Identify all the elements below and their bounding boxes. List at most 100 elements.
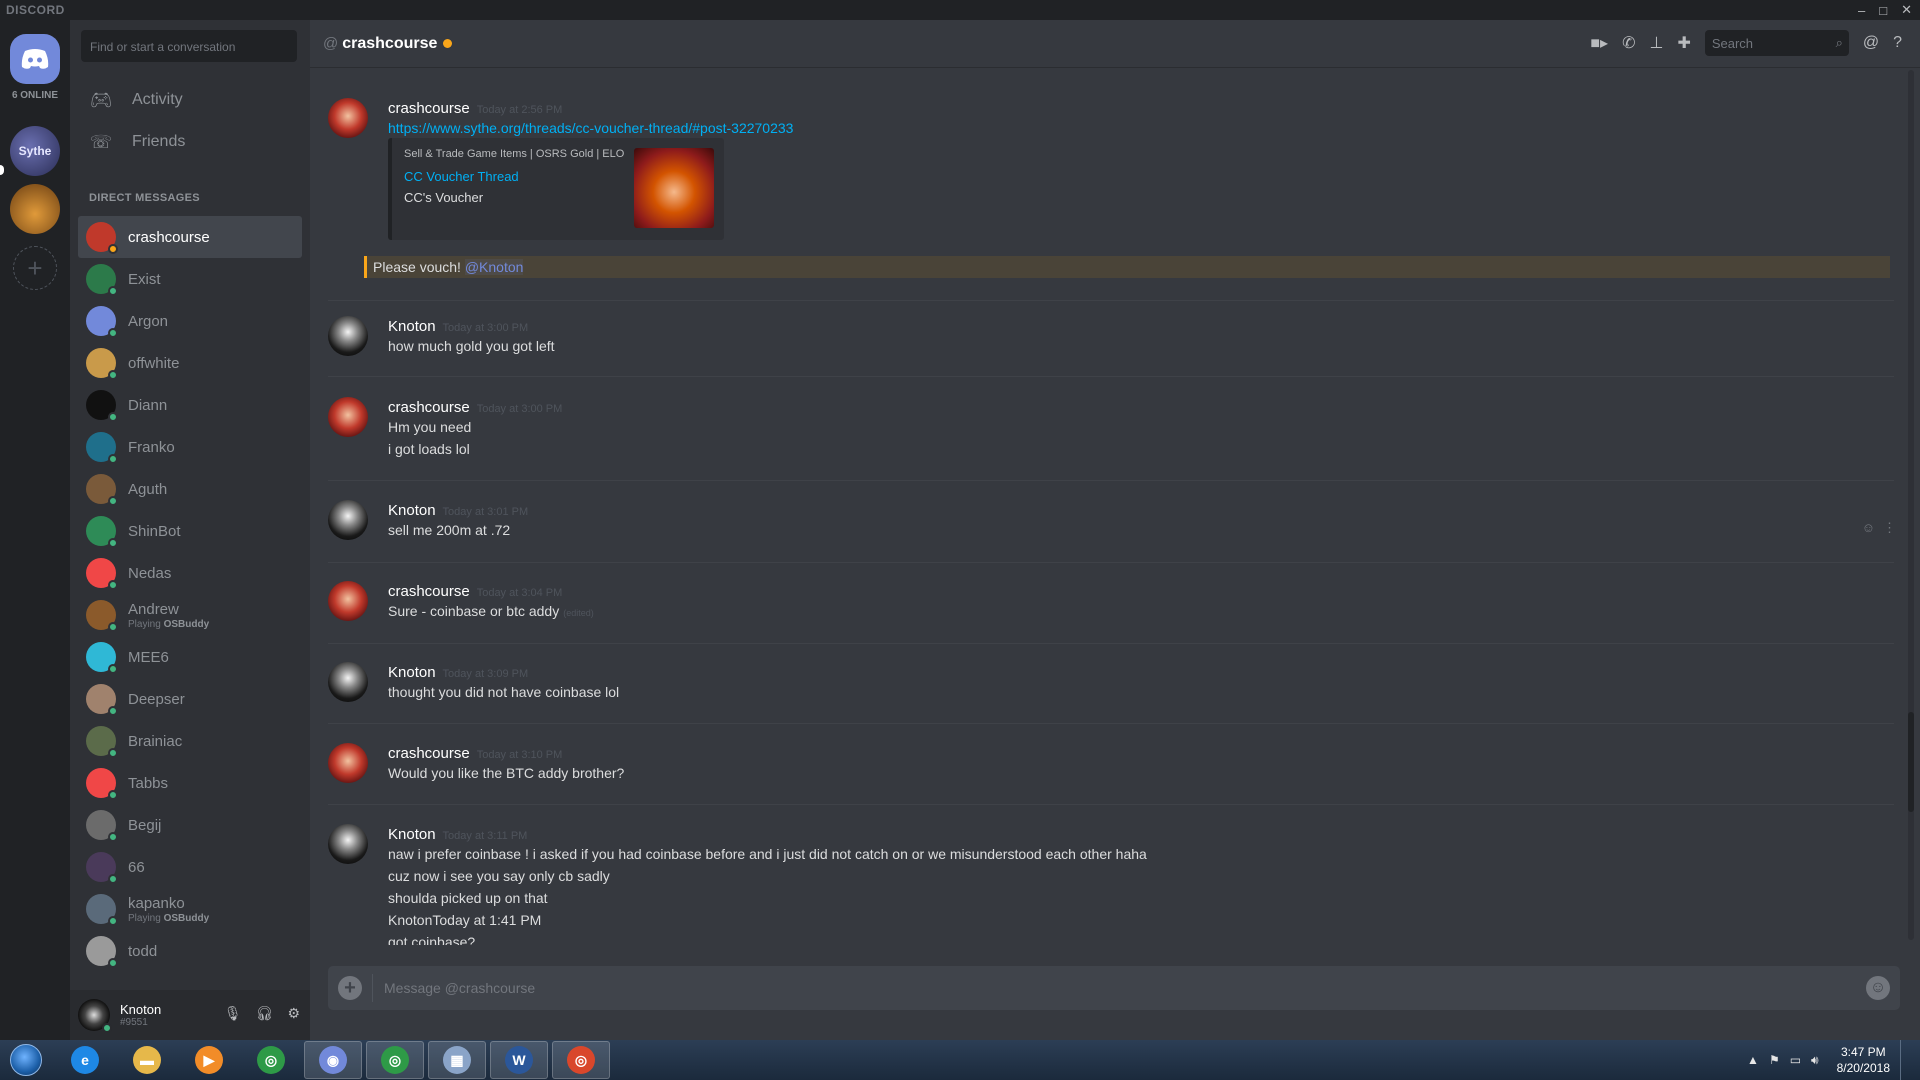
activity-prefix: Playing	[128, 618, 161, 630]
taskbar-app-firefox[interactable]: ◎	[552, 1041, 610, 1079]
taskbar-app-chrome-2[interactable]: ◎	[366, 1041, 424, 1079]
dm-name: Argon	[128, 312, 169, 330]
dm-item-franko[interactable]: Franko	[78, 426, 302, 468]
dm-item-deepser[interactable]: Deepser	[78, 678, 302, 720]
taskbar-app-chrome[interactable]: ◎	[242, 1041, 300, 1079]
dm-item-kapanko[interactable]: kapanko Playing OSBuddy	[78, 888, 302, 930]
message-input[interactable]: Message @crashcourse	[384, 980, 535, 996]
video-call-icon[interactable]: ■▸	[1590, 33, 1608, 53]
author-name[interactable]: Knoton	[388, 826, 436, 843]
dm-item-aguth[interactable]: Aguth	[78, 468, 302, 510]
volume-icon[interactable]: 🔊︎	[1811, 1053, 1819, 1068]
voice-call-icon[interactable]: ✆	[1622, 33, 1635, 53]
dm-item-nedas[interactable]: Nedas	[78, 552, 302, 594]
dm-name: todd	[128, 942, 158, 960]
taskbar-app-word[interactable]: W	[490, 1041, 548, 1079]
status-dot	[108, 538, 118, 548]
show-desktop-button[interactable]	[1900, 1040, 1912, 1080]
taskbar-app-calculator[interactable]: ▦	[428, 1041, 486, 1079]
clock[interactable]: 3:47 PM 8/20/2018	[1837, 1044, 1890, 1076]
message-link[interactable]: https://www.sythe.org/threads/cc-voucher…	[388, 120, 793, 136]
add-server-button[interactable]: +	[13, 246, 57, 290]
dm-item-argon[interactable]: Argon	[78, 300, 302, 342]
status-dot	[108, 832, 118, 842]
microphone-icon[interactable]: 🎙︎	[224, 1005, 242, 1022]
message-text: Hm you need	[388, 419, 472, 435]
taskbar-app-discord-app[interactable]: ◉	[304, 1041, 362, 1079]
close-icon[interactable]: ✕	[1901, 2, 1912, 18]
taskbar-app-media-player[interactable]: ▶	[180, 1041, 238, 1079]
settings-gear-icon[interactable]: ⚙	[287, 1005, 300, 1022]
nav-friends[interactable]: ☏ Friends	[78, 122, 302, 162]
more-options-icon[interactable]: ⋮	[1883, 520, 1896, 536]
home-button[interactable]	[10, 34, 60, 84]
minimize-icon[interactable]: –	[1858, 3, 1865, 18]
scrollbar-thumb[interactable]	[1908, 712, 1914, 812]
avatar[interactable]	[328, 743, 368, 783]
action-center-flag-icon[interactable]: ⚑	[1769, 1053, 1780, 1067]
avatar[interactable]	[328, 662, 368, 702]
message-text: Sure - coinbase or btc addy	[388, 603, 560, 619]
pin-icon[interactable]: ⊥	[1650, 33, 1664, 53]
dm-list: crashcourse Exist Argon offwhite Diann Franko…	[78, 216, 302, 972]
mentions-icon[interactable]: @	[1863, 34, 1879, 52]
dm-item-tabbs[interactable]: Tabbs	[78, 762, 302, 804]
status-dot	[108, 412, 118, 422]
server-house[interactable]	[10, 184, 60, 234]
author-name[interactable]: Knoton	[388, 502, 436, 519]
timestamp: Today at 2:56 PM	[476, 104, 563, 116]
dm-item-todd[interactable]: todd	[78, 930, 302, 972]
network-icon[interactable]: ▭	[1790, 1053, 1801, 1067]
author-name[interactable]: crashcourse	[388, 100, 470, 117]
nav-activity[interactable]: 🎮︎ Activity	[78, 80, 302, 120]
author-name[interactable]: Knoton	[388, 318, 436, 335]
direct-messages-header: DIRECT MESSAGES	[89, 192, 200, 204]
message-composer[interactable]: + Message @crashcourse ☺	[328, 966, 1900, 1010]
dm-item-crashcourse[interactable]: crashcourse	[78, 216, 302, 258]
user-mention[interactable]: @Knoton	[464, 259, 524, 275]
avatar[interactable]	[328, 824, 368, 864]
server-sythe[interactable]: Sythe	[10, 126, 60, 176]
dm-item-shinbot[interactable]: ShinBot	[78, 510, 302, 552]
help-icon[interactable]: ?	[1893, 34, 1902, 52]
headphones-icon[interactable]: 🎧︎	[256, 1005, 274, 1022]
avatar	[86, 642, 118, 674]
author-name[interactable]: crashcourse	[388, 399, 470, 416]
status-dot	[108, 496, 118, 506]
upload-plus-icon[interactable]: +	[338, 976, 362, 1000]
avatar[interactable]	[328, 397, 368, 437]
taskbar-app-ie[interactable]: e	[56, 1041, 114, 1079]
start-button[interactable]	[0, 1040, 52, 1080]
dm-item-diann[interactable]: Diann	[78, 384, 302, 426]
word-icon: W	[505, 1046, 533, 1074]
avatar[interactable]	[328, 316, 368, 356]
embed-title[interactable]: CC Voucher Thread	[404, 169, 519, 184]
author-name[interactable]: crashcourse	[388, 745, 470, 762]
tray-expand-icon[interactable]: ▲	[1747, 1053, 1759, 1067]
avatar[interactable]	[328, 581, 368, 621]
dm-item-brainiac[interactable]: Brainiac	[78, 720, 302, 762]
dm-name: ShinBot	[128, 522, 181, 540]
author-name[interactable]: crashcourse	[388, 583, 470, 600]
find-conversation-input[interactable]: Find or start a conversation	[81, 30, 297, 62]
search-input[interactable]: Search ⌕	[1704, 30, 1849, 56]
add-reaction-icon[interactable]: ☺	[1862, 520, 1875, 536]
dm-item-mee6[interactable]: MEE6	[78, 636, 302, 678]
maximize-icon[interactable]: □	[1879, 3, 1887, 18]
dm-item-begij[interactable]: Begij	[78, 804, 302, 846]
avatar[interactable]	[328, 500, 368, 540]
add-friend-icon[interactable]: ✚	[1677, 33, 1690, 53]
status-dot	[108, 580, 118, 590]
avatar[interactable]	[328, 98, 368, 138]
taskbar-app-folder[interactable]: ▬	[118, 1041, 176, 1079]
dm-item-66[interactable]: 66	[78, 846, 302, 888]
embed-thumbnail[interactable]	[634, 148, 714, 228]
message-text: how much gold you got left	[388, 338, 555, 354]
dm-item-exist[interactable]: Exist	[78, 258, 302, 300]
dm-item-andrew[interactable]: Andrew Playing OSBuddy	[78, 594, 302, 636]
emoji-picker-icon[interactable]: ☺	[1866, 976, 1890, 1000]
user-avatar[interactable]	[78, 999, 112, 1033]
dm-name: Franko	[128, 438, 175, 456]
dm-item-offwhite[interactable]: offwhite	[78, 342, 302, 384]
author-name[interactable]: Knoton	[388, 664, 436, 681]
